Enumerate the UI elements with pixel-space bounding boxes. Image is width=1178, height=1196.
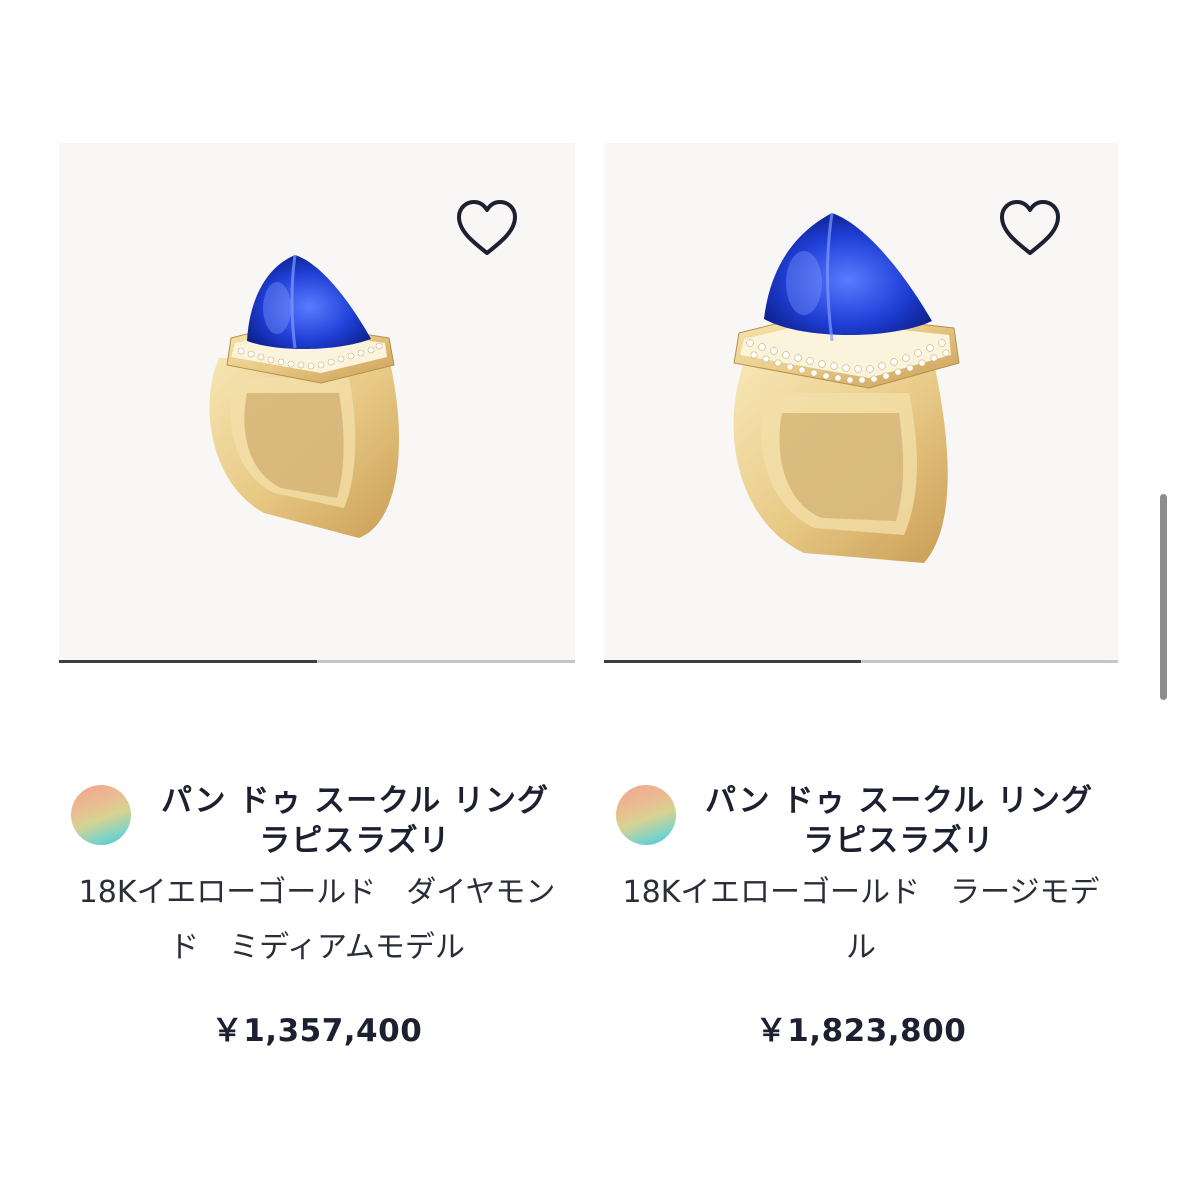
product-info[interactable]: パン ドゥ スークル リング ラピスラズリ 18Kイエローゴールド ダイヤモンド… [59, 781, 575, 1050]
product-title[interactable]: パン ドゥ スークル リング ラピスラズリ [604, 781, 1124, 861]
product-price: ￥1,357,400 [211, 1013, 423, 1049]
product-image[interactable] [59, 143, 575, 660]
vertical-scrollbar[interactable] [1160, 494, 1167, 700]
product-info[interactable]: パン ドゥ スークル リング ラピスラズリ 18Kイエローゴールド ラージモデル… [604, 781, 1124, 1050]
image-carousel-progress [604, 660, 1118, 663]
product-subtitle: 18Kイエローゴールド ダイヤモンド ミディアムモデル [78, 875, 556, 965]
product-title[interactable]: パン ドゥ スークル リング ラピスラズリ [59, 781, 575, 861]
product-image[interactable] [604, 143, 1118, 660]
product-price: ￥1,823,800 [755, 1013, 967, 1049]
color-swatch[interactable] [71, 785, 131, 845]
product-card[interactable]: パン ドゥ スークル リング ラピスラズリ 18Kイエローゴールド ラージモデル… [604, 143, 1124, 1050]
image-carousel-progress [59, 660, 575, 663]
product-subtitle: 18Kイエローゴールド ラージモデル [622, 875, 1100, 965]
product-card[interactable]: パン ドゥ スークル リング ラピスラズリ 18Kイエローゴールド ダイヤモンド… [59, 143, 575, 1050]
wishlist-heart-icon[interactable] [998, 199, 1062, 259]
color-swatch[interactable] [616, 785, 676, 845]
image-carousel-progress-fill [59, 660, 317, 663]
wishlist-heart-icon[interactable] [455, 199, 519, 259]
image-carousel-progress-fill [604, 660, 861, 663]
